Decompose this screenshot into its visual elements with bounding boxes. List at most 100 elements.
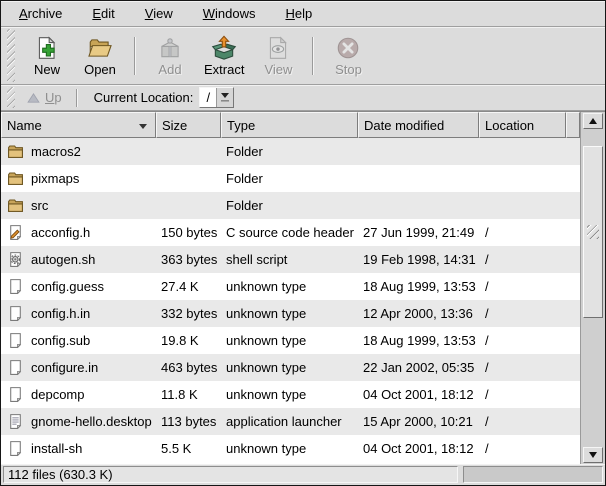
- file-size-cell: 113 bytes: [161, 408, 216, 435]
- new-button[interactable]: New: [24, 33, 70, 79]
- file-location-cell: /: [485, 273, 489, 300]
- file-size-cell: 5.5 K: [161, 435, 191, 462]
- file-location-cell: /: [485, 327, 489, 354]
- stop-button[interactable]: Stop: [325, 33, 371, 79]
- file-name-cell: install-sh: [31, 435, 82, 462]
- file-date-modified-cell: 04 Oct 2001, 18:12: [363, 381, 474, 408]
- menu-edit[interactable]: Edit: [92, 6, 114, 21]
- file-name-cell: macros2: [31, 138, 81, 165]
- file-row[interactable]: autogen.sh363 bytesshell script19 Feb 19…: [1, 246, 580, 273]
- open-button[interactable]: Open: [77, 33, 123, 79]
- folder-icon: [7, 165, 25, 192]
- file-row[interactable]: configure.in463 bytesunknown type22 Jan …: [1, 354, 580, 381]
- file-type-cell: Folder: [226, 165, 263, 192]
- file-row[interactable]: srcFolder: [1, 192, 580, 219]
- file-row[interactable]: depcomp 11.8 K unknown type 04 Oct 2001, 18…: [1, 381, 580, 408]
- toolbar-separator: [312, 37, 314, 75]
- column-header-date-modified[interactable]: Date modified: [358, 112, 479, 138]
- column-header-size[interactable]: Size: [156, 112, 221, 138]
- file-size-cell: 363 bytes: [161, 246, 217, 273]
- up-button[interactable]: Up: [23, 89, 66, 106]
- menu-archive[interactable]: Archive: [19, 6, 62, 21]
- stop-button-label: Stop: [335, 62, 362, 77]
- file-date-modified-cell: 18 Aug 1999, 13:53: [363, 327, 476, 354]
- file-text-icon: [7, 408, 25, 435]
- stop-icon: [335, 35, 361, 61]
- archive-manager-window: Archive Edit View Windows Help New Open: [0, 0, 606, 486]
- file-name-cell: config.guess: [31, 273, 104, 300]
- file-type-cell: unknown type: [226, 354, 306, 381]
- file-type-cell: unknown type: [226, 327, 306, 354]
- menu-help[interactable]: Help: [285, 6, 312, 21]
- column-header-size-label: Size: [162, 118, 187, 133]
- file-name-cell: config.h.in: [31, 300, 90, 327]
- file-row[interactable]: config.guess27.4 Kunknown type18 Aug 199…: [1, 273, 580, 300]
- toolbar-grip[interactable]: [7, 29, 15, 82]
- file-name-cell: autogen.sh: [31, 246, 95, 273]
- file-name-cell: pixmaps: [31, 165, 79, 192]
- view-file-icon: [265, 35, 291, 61]
- file-list: macros2Folderpixmaps FoldersrcFolderaccon…: [1, 138, 580, 464]
- add-button[interactable]: Add: [147, 33, 193, 79]
- file-icon: [7, 327, 25, 354]
- open-button-label: Open: [84, 62, 116, 77]
- file-name-cell: acconfig.h: [31, 219, 90, 246]
- scrollbar-down-button[interactable]: [583, 447, 603, 463]
- file-name-cell: config.sub: [31, 327, 90, 354]
- menu-view[interactable]: View: [145, 6, 173, 21]
- table-header: Name Size Type Date modified Location: [1, 112, 580, 138]
- column-header-name[interactable]: Name: [1, 112, 156, 138]
- column-header-location[interactable]: Location: [479, 112, 566, 138]
- column-header-name-label: Name: [7, 118, 42, 133]
- file-row[interactable]: pixmaps Folder: [1, 165, 580, 192]
- current-location-label: Current Location:: [94, 90, 194, 105]
- extract-button-label: Extract: [204, 62, 244, 77]
- location-bar-grip[interactable]: [7, 87, 15, 108]
- file-name-cell: src: [31, 192, 48, 219]
- file-date-modified-cell: 15 Apr 2000, 10:21: [363, 408, 473, 435]
- column-header-type-label: Type: [227, 118, 255, 133]
- file-row[interactable]: config.sub19.8 Kunknown type18 Aug 1999,…: [1, 327, 580, 354]
- scrollbar-thumb[interactable]: [583, 146, 603, 318]
- column-header-location-label: Location: [485, 118, 534, 133]
- file-location-cell: /: [485, 219, 489, 246]
- extract-button[interactable]: Extract: [200, 33, 248, 79]
- view-button[interactable]: View: [255, 33, 301, 79]
- file-row[interactable]: macros2Folder: [1, 138, 580, 165]
- file-location-cell: /: [485, 246, 489, 273]
- new-archive-icon: [34, 35, 60, 61]
- location-combobox[interactable]: /: [199, 87, 234, 108]
- sort-descending-icon: [139, 124, 147, 129]
- file-name-cell: depcomp: [31, 381, 84, 408]
- vertical-scrollbar[interactable]: [580, 112, 605, 464]
- status-progress-panel: [463, 466, 603, 483]
- add-button-label: Add: [158, 62, 181, 77]
- menu-windows[interactable]: Windows: [203, 6, 256, 21]
- up-arrow-icon: [27, 92, 40, 104]
- file-size-cell: 27.4 K: [161, 273, 199, 300]
- menu-bar: Archive Edit View Windows Help: [1, 1, 605, 27]
- file-row[interactable]: config.h.in332 bytesunknown type12 Apr 2…: [1, 300, 580, 327]
- file-type-cell: shell script: [226, 246, 287, 273]
- column-header-type[interactable]: Type: [221, 112, 358, 138]
- scroll-up-icon: [589, 118, 597, 124]
- scroll-down-icon: [589, 452, 597, 458]
- file-type-cell: unknown type: [226, 381, 306, 408]
- file-row[interactable]: gnome-hello.desktop113 bytesapplication …: [1, 408, 580, 435]
- file-row[interactable]: acconfig.h150 bytesC source code header2…: [1, 219, 580, 246]
- file-location-cell: /: [485, 408, 489, 435]
- file-size-cell: 332 bytes: [161, 300, 217, 327]
- up-button-label: Up: [45, 90, 62, 105]
- file-gear-icon: [7, 246, 25, 273]
- folder-icon: [7, 192, 25, 219]
- location-bar-separator: [76, 89, 78, 107]
- status-text: 112 files (630.3 K): [8, 467, 113, 482]
- file-date-modified-cell: 22 Jan 2002, 05:35: [363, 354, 474, 381]
- file-size-cell: 11.8 K: [161, 381, 198, 408]
- file-pencil-icon: [7, 219, 25, 246]
- folder-icon: [7, 138, 25, 165]
- file-name-cell: gnome-hello.desktop: [31, 408, 152, 435]
- scrollbar-up-button[interactable]: [583, 113, 603, 129]
- file-row[interactable]: install-sh5.5 Kunknown type04 Oct 2001, …: [1, 435, 580, 462]
- file-size-cell: 463 bytes: [161, 354, 217, 381]
